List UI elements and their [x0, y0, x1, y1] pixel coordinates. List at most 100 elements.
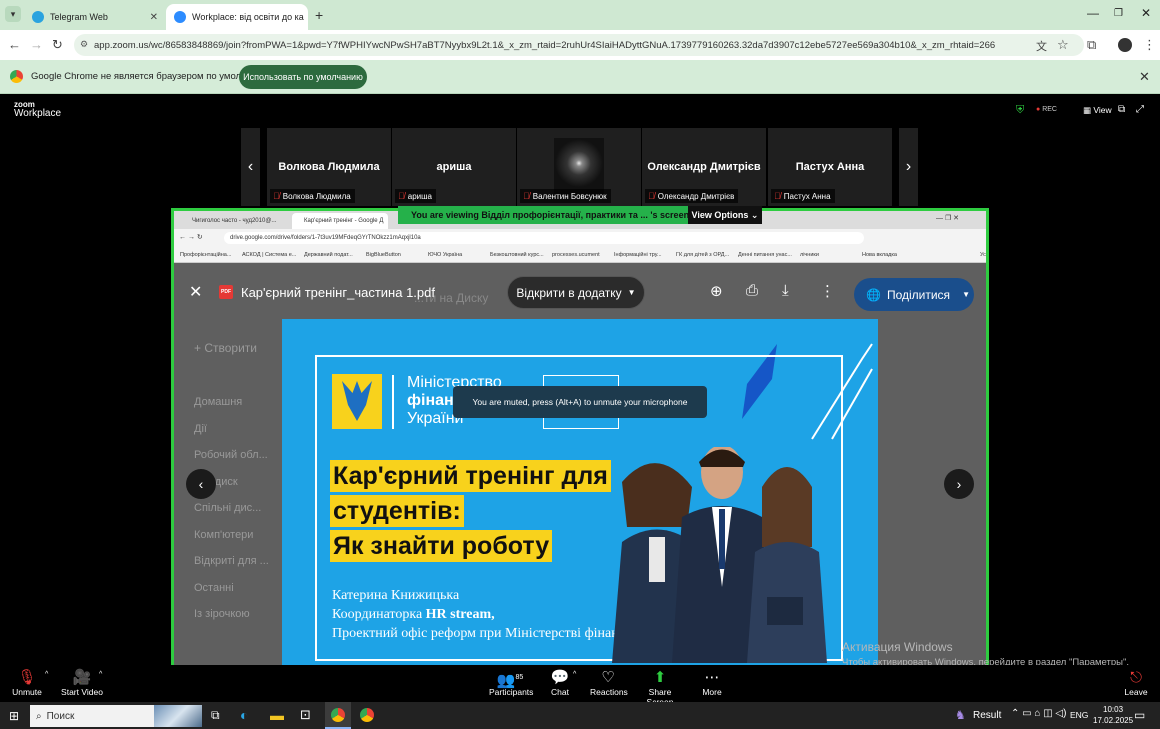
muted-toast: You are muted, press (Alt+A) to unmute y…: [453, 386, 707, 418]
bookmark-item: АСКОД | Система е...: [242, 252, 297, 258]
task-view-icon[interactable]: ⧉: [211, 708, 220, 723]
tab-telegram[interactable]: Telegram Web ✕: [24, 4, 166, 30]
minimize-icon[interactable]: —: [1087, 6, 1099, 20]
chat-options-chevron-icon[interactable]: ^: [573, 671, 576, 678]
chrome-icon[interactable]: [360, 708, 374, 722]
maximize-icon[interactable]: ❐: [1114, 8, 1123, 19]
fullscreen-icon[interactable]: ⤢: [1136, 104, 1144, 115]
chrome-icon: [10, 70, 23, 83]
close-infobar-icon[interactable]: ✕: [1139, 69, 1150, 85]
participant-avatar: [554, 138, 604, 194]
start-video-label: Start Video: [61, 687, 103, 697]
tab-search-icon[interactable]: ▾: [5, 6, 21, 22]
bookmark-star-icon[interactable]: ☆: [1057, 37, 1069, 53]
drive-nav-item: Спільні дис...: [194, 502, 262, 514]
store-icon[interactable]: ⊡: [300, 707, 311, 723]
add-shortcut-icon[interactable]: ⊕: [710, 282, 723, 300]
participant-tile[interactable]: 🎙̸ Валентин Бовсунюк: [517, 128, 641, 206]
leave-button[interactable]: ⎋ Leave: [1124, 669, 1148, 697]
viewing-banner: You are viewing Відділ профорієнтації, п…: [398, 206, 689, 224]
url-field[interactable]: ⚙ app.zoom.us/wc/86583848869/join?fromPW…: [74, 34, 1084, 56]
start-icon[interactable]: ⊞: [9, 709, 19, 723]
download-icon[interactable]: ⤓: [782, 282, 789, 299]
reactions-button[interactable]: ♡ Reactions: [590, 669, 628, 697]
participant-tile[interactable]: Пастух Анна 🎙̸ Пастух Анна: [768, 128, 892, 206]
close-window-icon[interactable]: ✕: [1141, 6, 1151, 20]
reload-icon[interactable]: ↻: [52, 37, 63, 53]
start-video-button[interactable]: 🎥 Start Video: [60, 669, 104, 697]
drive-create: + Створити: [194, 341, 257, 355]
open-with-button[interactable]: Відкрити в додатку ▼: [507, 276, 645, 309]
prev-participants-button[interactable]: ‹: [241, 128, 260, 206]
shared-url: drive.google.com/drive/folders/1-7t3uv19…: [224, 232, 864, 244]
search-highlight-image: [154, 705, 202, 727]
bookmark-item: Усі закладки: [980, 252, 986, 258]
print-icon[interactable]: ⎙: [746, 282, 758, 299]
zoom-header: zoom Workplace ⛨ ● REC ▦ View ⧉ ⤢: [0, 95, 1160, 128]
shared-screen[interactable]: Чигиголос часто - чуд2010@... Кар'єрний …: [171, 208, 989, 674]
mic-off-icon: 🎙̸: [648, 191, 655, 201]
bookmark-item: ГК для дітей з ОРД...: [676, 252, 730, 258]
zoom-icon: [174, 11, 186, 23]
more-icon: ⋯: [704, 669, 720, 686]
participant-name: Волкова Людмила: [278, 161, 380, 173]
participants-button[interactable]: 👥85 Participants: [489, 669, 533, 697]
unmute-button[interactable]: 🎙 Unmute: [10, 669, 44, 697]
open-with-label: Відкрити в додатку: [516, 285, 622, 300]
title-line: Як знайти роботу: [330, 530, 553, 562]
site-info-icon[interactable]: ⚙: [80, 39, 88, 50]
drive-nav-item: Робочий обл...: [194, 449, 268, 461]
participant-tile[interactable]: Волкова Людмила 🎙̸ Волкова Людмила: [267, 128, 391, 206]
next-page-button[interactable]: ›: [944, 469, 974, 499]
language-indicator[interactable]: ENG: [1070, 710, 1088, 720]
participant-label: 🎙̸ Валентин Бовсунюк: [520, 189, 611, 203]
shared-bookmarks-bar: Профорієнтаційна... АСКОД | Система е... Д…: [174, 247, 986, 263]
clock[interactable]: 10:03 17.02.2025: [1093, 704, 1133, 726]
tray-icons[interactable]: ⌃ ▭ ⌂ ◫ ◁): [1011, 708, 1066, 719]
translate-icon[interactable]: 文: [1036, 38, 1047, 54]
layout-icon[interactable]: ⧉: [1118, 104, 1125, 115]
chevron-down-icon: ▼: [627, 288, 636, 297]
menu-icon[interactable]: ⋮: [1143, 37, 1156, 53]
logo-bottom-text: Workplace: [14, 108, 62, 119]
chat-button[interactable]: 💬 Chat: [548, 669, 572, 697]
participant-tile[interactable]: Олександр Дмитрієв 🎙̸ Олександр Дмитрієв: [642, 128, 766, 206]
back-icon[interactable]: ←: [8, 37, 21, 52]
slide-title: Кар'єрний тренінг для студентів: Як знай…: [330, 460, 611, 562]
trident-logo: [332, 374, 382, 429]
url-text: app.zoom.us/wc/86583848869/join?fromPWA=…: [94, 39, 996, 51]
next-participants-button[interactable]: ›: [899, 128, 918, 206]
forward-icon[interactable]: →: [30, 37, 43, 52]
share-drive-button[interactable]: 🌐 Поділитися ▼: [854, 278, 974, 311]
shared-nav-icons: ← → ↻: [179, 234, 203, 241]
extensions-icon[interactable]: ⧉: [1087, 37, 1096, 53]
result-app-icon[interactable]: ♞: [955, 708, 966, 722]
tab-zoom[interactable]: Workplace: від освіти до ка ◉ ✕: [166, 4, 308, 30]
audio-options-chevron-icon[interactable]: ^: [45, 671, 48, 678]
close-tab-icon[interactable]: ✕: [150, 12, 158, 23]
file-explorer-icon[interactable]: ▬: [270, 707, 284, 723]
participant-label-text: Волкова Людмила: [282, 191, 351, 201]
set-default-button[interactable]: Использовать по умолчанию: [239, 65, 367, 89]
more-button[interactable]: ⋯ More: [700, 669, 724, 697]
view-options-button[interactable]: View Options ⌄: [688, 206, 762, 224]
participant-tile[interactable]: ариша 🎙̸ ариша: [392, 128, 516, 206]
telegram-icon: [32, 11, 44, 23]
pdf-toolbar: ✕ PDF Кар'єрний тренінг_частина 1.pdf Ві…: [174, 263, 986, 319]
close-pdf-icon[interactable]: ✕: [189, 282, 202, 302]
taskbar-search[interactable]: ⌕ Поиск: [30, 705, 202, 727]
encryption-shield-icon[interactable]: ⛨: [1016, 104, 1024, 117]
prev-page-button[interactable]: ‹: [186, 469, 216, 499]
new-tab-icon[interactable]: +: [315, 7, 323, 23]
profile-avatar[interactable]: [1118, 38, 1132, 52]
notifications-icon[interactable]: ▭: [1134, 708, 1145, 722]
taskbar-chrome-active[interactable]: [325, 702, 351, 729]
more-actions-icon[interactable]: ⋮: [820, 282, 835, 300]
video-options-chevron-icon[interactable]: ^: [99, 671, 102, 678]
chrome-icon: [331, 708, 345, 722]
view-button[interactable]: ▦ View: [1083, 105, 1112, 116]
edge-icon[interactable]: ◐: [240, 707, 248, 723]
people-photo: [612, 447, 827, 663]
mic-off-icon: 🎙̸: [273, 191, 280, 201]
shared-tab-active: Кар'єрний тренінг - Google Д: [292, 213, 388, 229]
